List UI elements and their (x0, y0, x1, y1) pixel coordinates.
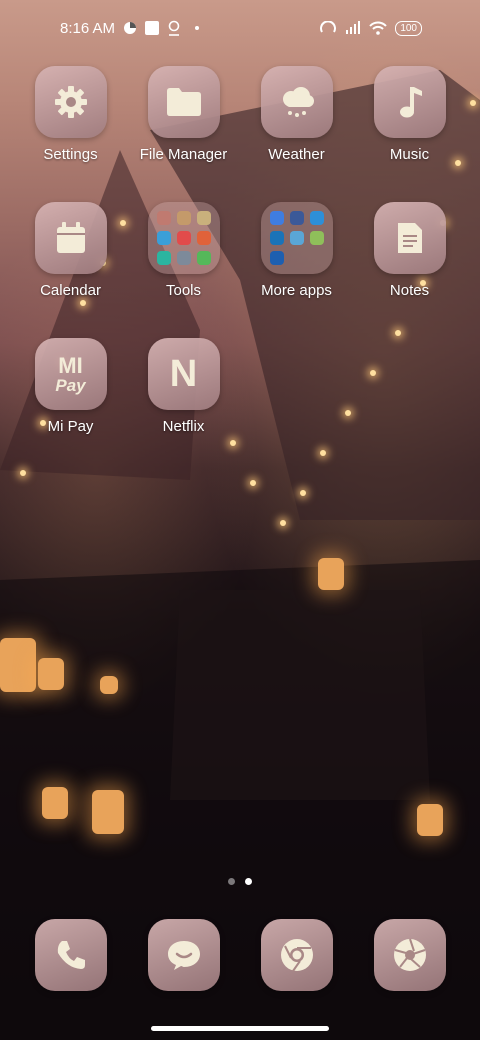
mini-app-icon (309, 231, 324, 245)
app-label: Netflix (162, 418, 205, 435)
app-icon-phone[interactable] (34, 919, 107, 991)
app-calendar[interactable]: Calendar (14, 202, 127, 299)
hotspot-icon (320, 21, 337, 33)
app-label: Calendar (40, 282, 101, 299)
dock-messaging[interactable] (127, 919, 240, 991)
app-label: Notes (389, 282, 430, 299)
app-icon-messaging[interactable] (147, 919, 220, 991)
app-label: Mi Pay (47, 418, 94, 435)
gesture-nav-handle[interactable] (151, 1026, 329, 1031)
folder-tools[interactable]: Tools (127, 202, 240, 299)
page-indicator (0, 878, 480, 885)
folder-icon (166, 88, 201, 116)
phone-icon (57, 941, 85, 969)
mini-app-icon (156, 211, 171, 225)
mini-app-icon (289, 231, 304, 245)
folder-icon-more-apps[interactable] (260, 202, 333, 274)
location-pin-icon (168, 20, 180, 36)
page-dot-active[interactable] (245, 878, 252, 885)
mini-app-icon (176, 231, 191, 245)
app-icon-mi-pay[interactable]: MI Pay (34, 338, 107, 410)
netflix-icon: N (169, 352, 198, 395)
cloud-snow-icon (282, 87, 314, 117)
folder-more-apps[interactable]: More apps (240, 202, 353, 299)
mini-app-icon (156, 251, 171, 265)
message-icon (167, 941, 200, 970)
app-netflix[interactable]: N Netflix (127, 338, 240, 435)
app-icon-notes[interactable] (373, 202, 446, 274)
mini-app-icon (269, 231, 284, 245)
page-dot[interactable] (228, 878, 235, 885)
app-icon-chrome[interactable] (260, 919, 333, 991)
mini-app-icon (156, 231, 171, 245)
app-label: Music (389, 146, 430, 163)
app-settings[interactable]: Settings (14, 66, 127, 163)
app-label: More apps (261, 282, 332, 299)
folder-icon-tools[interactable] (147, 202, 220, 274)
mini-app-icon (196, 231, 211, 245)
status-left: 8:16 AM (60, 19, 200, 37)
notification-square-icon (145, 21, 160, 35)
signal-icon (346, 21, 361, 34)
app-notes[interactable]: Notes (353, 202, 466, 299)
app-icon-netflix[interactable]: N (147, 338, 220, 410)
app-label: Weather (268, 146, 325, 163)
app-weather[interactable]: Weather (240, 66, 353, 163)
mini-app-icon (309, 211, 324, 225)
app-file-manager[interactable]: File Manager (127, 66, 240, 163)
dock-phone[interactable] (14, 919, 127, 991)
mini-app-icon (196, 251, 211, 265)
mini-app-icon (176, 251, 191, 265)
app-icon-weather[interactable] (260, 66, 333, 138)
app-icon-music[interactable] (373, 66, 446, 138)
clock: 8:16 AM (60, 19, 116, 37)
dock-camera[interactable] (353, 919, 466, 991)
gear-icon (54, 86, 87, 118)
chrome-icon (280, 939, 313, 972)
dock-chrome[interactable] (240, 919, 353, 991)
status-bar: 8:16 AM 100 (0, 0, 480, 56)
mini-app-icon (176, 211, 191, 225)
app-icon-camera[interactable] (373, 919, 446, 991)
status-right: 100 (319, 20, 422, 36)
mini-app-icon (269, 251, 284, 265)
mini-app-icon (269, 211, 284, 225)
app-music[interactable]: Music (353, 66, 466, 163)
mi-pay-icon: MI (58, 352, 83, 378)
camera-aperture-icon (393, 938, 426, 971)
battery-indicator: 100 (395, 20, 422, 36)
music-note-icon (399, 87, 422, 118)
app-icon-settings[interactable] (34, 66, 107, 138)
app-label: Tools (165, 282, 202, 299)
mi-pay-icon-subtext: Pay (55, 375, 86, 395)
app-label: File Manager (139, 146, 228, 163)
more-notifications-dot (195, 26, 200, 30)
wifi-icon (369, 21, 388, 35)
calendar-icon (56, 222, 85, 253)
mini-app-icon (196, 211, 211, 225)
notes-icon (397, 223, 422, 253)
mini-app-icon (289, 211, 304, 225)
app-icon-calendar[interactable] (34, 202, 107, 274)
app-mi-pay[interactable]: MI Pay Mi Pay (14, 338, 127, 435)
app-icon-file-manager[interactable] (147, 66, 220, 138)
data-saver-icon (124, 22, 137, 34)
app-label: Settings (43, 146, 98, 163)
